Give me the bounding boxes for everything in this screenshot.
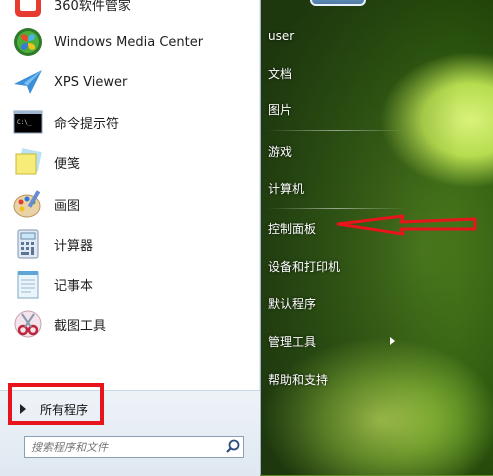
annotation-arrow-icon: [336, 214, 477, 236]
right-item-user[interactable]: user: [268, 24, 418, 48]
right-item-label: 游戏: [268, 144, 293, 159]
program-item-command-prompt[interactable]: C:\_ 命令提示符: [12, 104, 252, 140]
program-item-calculator[interactable]: 计算器: [12, 226, 252, 262]
calculator-icon: [12, 228, 44, 260]
right-item-label: 默认程序: [268, 296, 317, 311]
right-item-admin-tools[interactable]: 管理工具: [268, 329, 418, 353]
software-manager-icon: [12, 0, 44, 20]
program-item-windows-media-center[interactable]: Windows Media Center: [12, 24, 252, 60]
program-label: Windows Media Center: [54, 34, 204, 50]
program-item-xps-viewer[interactable]: XPS Viewer: [12, 64, 252, 100]
right-item-label: 帮助和支持: [268, 372, 329, 387]
right-item-default-programs[interactable]: 默认程序: [268, 291, 418, 315]
program-item-360-software-manager[interactable]: 360软件管家: [12, 0, 252, 22]
menu-separator: [266, 208, 406, 209]
annotation-highlight-box: [8, 383, 104, 425]
user-avatar[interactable]: [310, 0, 366, 6]
search-box[interactable]: [24, 436, 244, 458]
right-item-label: 计算机: [268, 181, 305, 196]
program-item-sticky-notes[interactable]: 便笺: [12, 144, 252, 180]
snipping-tool-icon: [12, 308, 44, 340]
program-label: 便笺: [54, 156, 81, 172]
program-label: XPS Viewer: [54, 74, 128, 90]
right-item-label: 文档: [268, 66, 293, 81]
paint-icon: [12, 188, 44, 220]
submenu-arrow-icon: [390, 337, 395, 345]
right-item-label: 控制面板: [268, 221, 317, 236]
program-label: 画图: [54, 198, 81, 214]
right-item-label: 管理工具: [268, 334, 317, 349]
program-label: 命令提示符: [54, 116, 120, 132]
program-label: 记事本: [54, 278, 94, 294]
program-item-paint[interactable]: 画图: [12, 186, 252, 222]
program-label: 计算器: [54, 238, 94, 254]
svg-text:C:\_: C:\_: [17, 119, 32, 126]
right-item-pictures[interactable]: 图片: [268, 97, 418, 121]
sticky-notes-icon: [12, 146, 44, 178]
notepad-icon: [12, 268, 44, 300]
media-center-icon: [12, 26, 44, 58]
program-item-snipping-tool[interactable]: 截图工具: [12, 306, 252, 342]
right-item-label: 设备和打印机: [268, 259, 341, 274]
right-item-games[interactable]: 游戏: [268, 139, 418, 163]
right-item-label: 图片: [268, 102, 293, 117]
right-item-label: user: [268, 29, 295, 43]
program-label: 截图工具: [54, 318, 107, 334]
xps-viewer-icon: [12, 66, 44, 98]
program-label: 360软件管家: [54, 0, 131, 14]
command-prompt-icon: C:\_: [12, 106, 44, 138]
right-item-help-support[interactable]: 帮助和支持: [268, 367, 418, 391]
right-item-devices-printers[interactable]: 设备和打印机: [268, 254, 418, 278]
program-item-notepad[interactable]: 记事本: [12, 266, 252, 302]
search-icon[interactable]: [223, 437, 243, 457]
right-item-documents[interactable]: 文档: [268, 61, 418, 85]
menu-separator: [266, 130, 406, 131]
right-item-computer[interactable]: 计算机: [268, 176, 418, 200]
search-input[interactable]: [25, 439, 223, 455]
